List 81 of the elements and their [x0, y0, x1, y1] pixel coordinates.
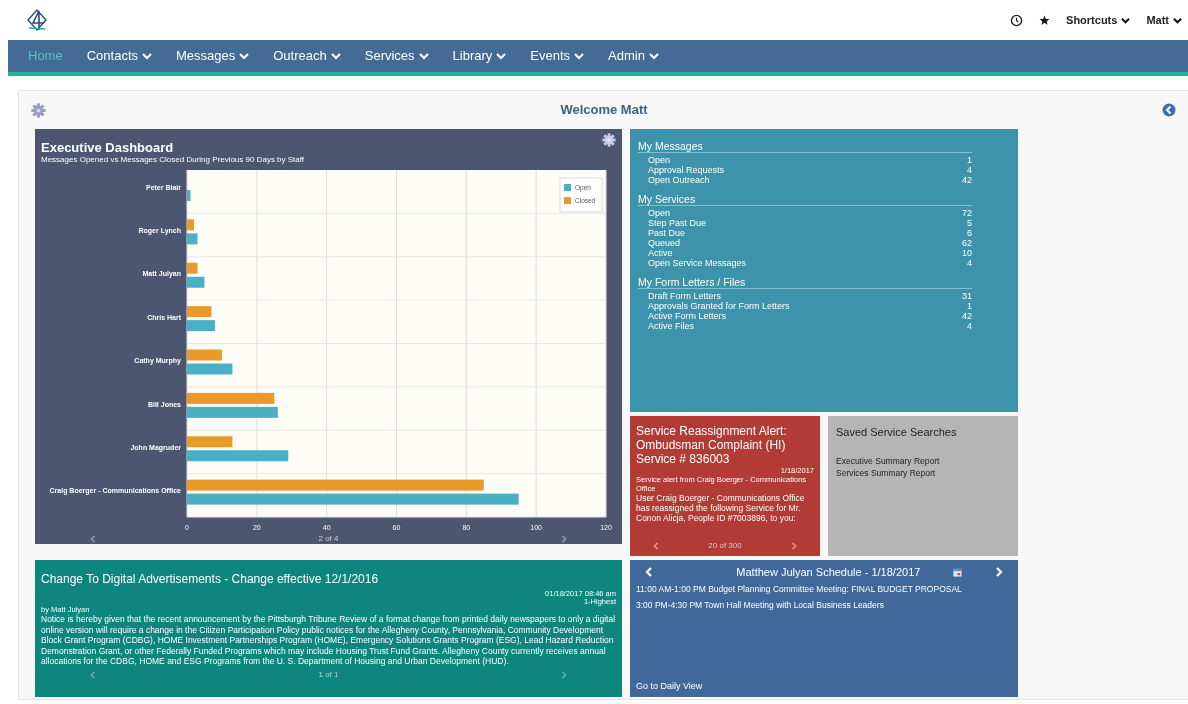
section-heading: My Form Letters / Files — [638, 277, 972, 289]
pager-text: 2 of 4 — [318, 533, 339, 544]
count-text: 42 — [962, 175, 972, 185]
count-text: 6 — [967, 228, 972, 238]
section-heading: My Messages — [638, 141, 972, 153]
count-text: 72 — [962, 208, 972, 218]
search-link[interactable]: Services Summary Report — [836, 466, 1010, 479]
search-link[interactable]: Executive Summary Report — [836, 454, 1010, 467]
chevron-down-icon — [1173, 15, 1182, 25]
pager-text: 20 of 300 — [708, 540, 742, 552]
star-icon[interactable] — [1039, 14, 1051, 26]
count-text: 4 — [967, 321, 972, 331]
summary-link[interactable]: Draft Form Letters — [648, 291, 721, 301]
bar — [187, 233, 198, 245]
menu-link[interactable]: Matt — [1146, 11, 1182, 29]
count-text: 10 — [962, 248, 972, 258]
daily-view-link[interactable]: Go to Daily View — [636, 679, 1012, 693]
count-text: 5 — [967, 218, 972, 228]
chevron-down-icon — [1121, 15, 1131, 25]
bar — [187, 219, 194, 231]
nav-tab[interactable]: Messages — [164, 38, 262, 74]
logo-icon[interactable] — [26, 8, 48, 32]
summary-link[interactable]: Open — [648, 208, 671, 218]
nav-tab[interactable]: Outreach — [261, 38, 353, 74]
tile-title: Executive Dashboard — [41, 141, 175, 155]
schedule-event[interactable]: 3:00 PM-4:30 PM Town Hall Meeting with Local Business Leaders — [636, 596, 1012, 613]
summary-link[interactable]: Approval Requests — [648, 165, 725, 175]
nav-tab[interactable]: Events — [518, 38, 597, 74]
nav-tab[interactable]: Contacts — [74, 38, 164, 74]
bar — [187, 363, 233, 375]
count-text: 4 — [967, 258, 972, 268]
count-text: 31 — [962, 291, 972, 301]
bar — [187, 436, 233, 448]
nav-tab[interactable]: Admin — [596, 38, 671, 74]
bar — [187, 306, 212, 318]
summary-link[interactable]: Open — [648, 155, 671, 165]
bar — [187, 190, 191, 201]
history-icon[interactable] — [1010, 13, 1024, 27]
count-text: 4 — [967, 165, 972, 175]
summary-link[interactable]: Active Files — [648, 321, 694, 331]
settings-icon[interactable] — [602, 133, 616, 147]
summary-link[interactable]: Step Past Due — [648, 218, 707, 228]
chevron-right-icon — [560, 670, 568, 679]
count-text: 62 — [962, 238, 972, 248]
chevron-right-icon — [994, 567, 1004, 578]
bar — [187, 320, 215, 332]
announcement-body: Notice is hereby given that the recent announcement by the Pittsburgh Tribune Review of a format change from printed daily newspapers to only a digital online version will require a change in the Citizen Participation Policy public notices for the Allegheny County, Pennsylvania, Community Development Block Grant Program (CDBG), HOME Investment Partnerships Program (HOME), Emergency Solutions Grants Program (ESG), Lead Hazard Reduction Demonstration Grant, or other Federally Funded Programs which may include Housing Trust Fund Grants. Allegheny County currently receives annual allocations for the CDBG, HOME and ESG Programs from the U. S. Department of Housing and Urban Development (HUD). — [41, 614, 616, 667]
summary-link[interactable]: Active Form Letters — [648, 311, 727, 321]
bar — [187, 262, 198, 274]
announcement-title: Change To Digital Advertisements - Change effective 12/1/2016 — [41, 571, 380, 588]
summary-link[interactable]: Active — [648, 248, 673, 258]
summary-link[interactable]: Open Service Messages — [648, 258, 747, 268]
alert-message: User Craig Boerger - Communications Office has reassigned the following Service for Mr. Conon Alicja, People ID #7003896, to you: — [636, 493, 806, 523]
bar — [187, 276, 205, 288]
pager-text: 1 of 1 — [318, 668, 339, 681]
nav-tab[interactable]: Library — [440, 38, 519, 74]
schedule-event[interactable]: 11:00 AM-1:00 PM Budget Planning Committee Meeting: FINAL BUDGET PROPOSAL — [636, 580, 1012, 597]
section-heading: My Services — [638, 194, 972, 206]
count-text: 1 — [967, 155, 972, 165]
menu-link[interactable]: Shortcuts — [1066, 11, 1131, 29]
chevron-right-icon — [790, 542, 798, 550]
bar — [187, 349, 222, 361]
chevron-right-icon — [560, 535, 568, 543]
count-text: 1 — [967, 301, 972, 311]
nav-tab[interactable]: Services — [352, 38, 441, 74]
collapse-icon[interactable] — [1162, 103, 1176, 117]
chart-subtitle: Messages Opened vs Messages Closed During Previous 90 Days by Staff — [41, 155, 305, 165]
chevron-left-icon — [89, 535, 97, 543]
calendar-icon[interactable] — [952, 567, 962, 577]
schedule-title: Matthew Julyan Schedule - 1/18/2017 — [736, 565, 921, 580]
summary-link[interactable]: Approvals Granted for Form Letters — [648, 301, 790, 311]
summary-link[interactable]: Queued — [648, 238, 681, 248]
chevron-left-icon — [644, 567, 654, 578]
alert-title: Service Reassignment Alert: Ombudsman Complaint (HI) Service # 836003 — [636, 424, 788, 466]
summary-link[interactable]: Open Outreach — [648, 175, 710, 185]
tile-title: Saved Service Searches — [836, 425, 958, 440]
chevron-left-icon — [652, 542, 660, 550]
summary-link[interactable]: Past Due — [648, 228, 686, 238]
chevron-left-icon — [89, 670, 97, 679]
welcome-heading: Welcome Matt — [560, 101, 648, 120]
count-text: 42 — [962, 311, 972, 321]
